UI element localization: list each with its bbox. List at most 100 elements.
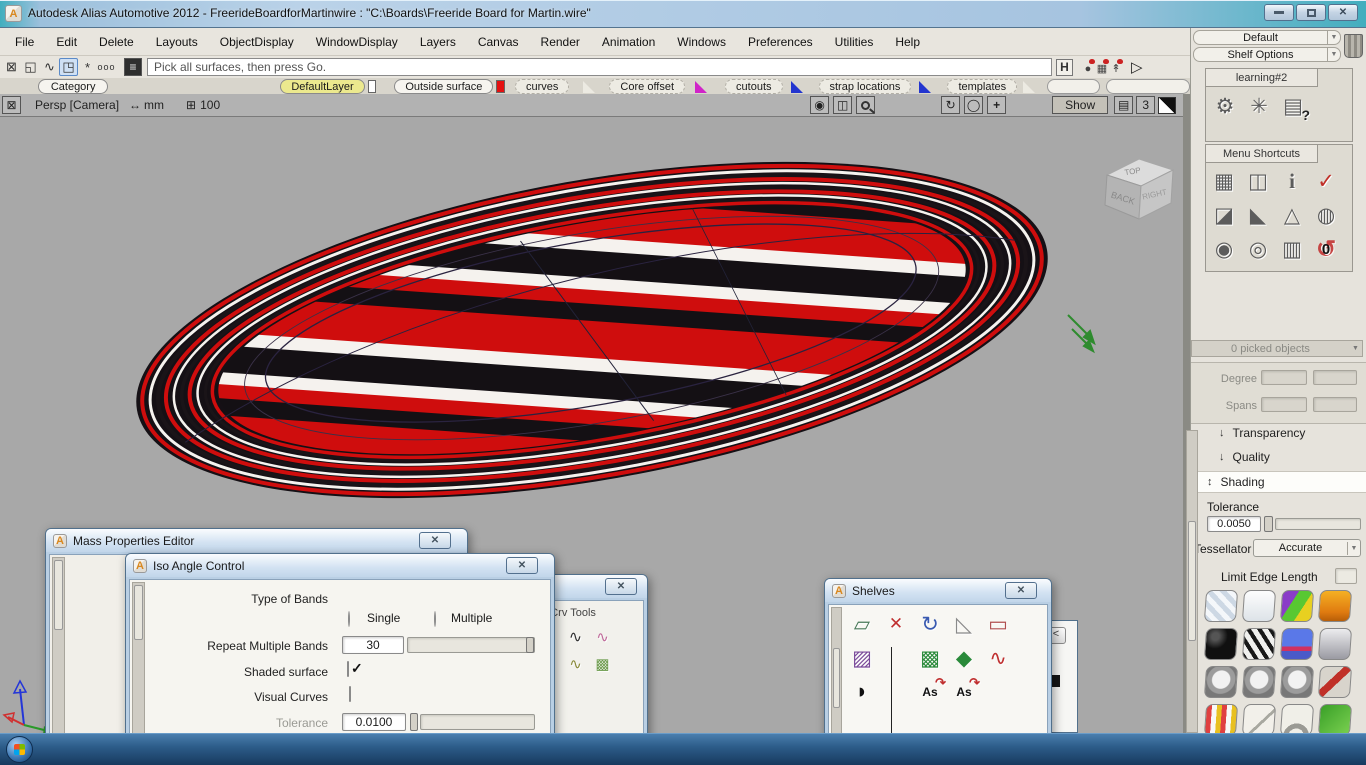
mass-properties-title-bar[interactable]: A Mass Properties Editor bbox=[46, 529, 467, 552]
repeat-bands-slider-track[interactable] bbox=[407, 637, 535, 653]
crv-hatch-icon[interactable]: ▩ bbox=[589, 650, 616, 677]
camera-lock-icon[interactable]: ◫ bbox=[833, 96, 852, 114]
camera-icon[interactable]: ◉ bbox=[810, 96, 829, 114]
trash-icon[interactable] bbox=[1344, 34, 1363, 58]
zero-transform-icon[interactable]: ↺0 bbox=[1309, 232, 1343, 266]
shader-hammer[interactable] bbox=[1318, 666, 1352, 698]
surface-plane-icon[interactable]: ▱ bbox=[845, 607, 879, 641]
promptline-list-icon[interactable]: ≡ bbox=[124, 58, 142, 76]
menu-objectdisplay[interactable]: ObjectDisplay bbox=[209, 31, 305, 53]
single-radio[interactable] bbox=[348, 611, 350, 627]
shader-blue-red[interactable] bbox=[1280, 628, 1314, 660]
shader-arch[interactable] bbox=[1280, 704, 1314, 736]
pan-icon[interactable]: + bbox=[987, 96, 1006, 114]
shader-button-2[interactable] bbox=[1242, 666, 1276, 698]
prompt-line[interactable]: Pick all surfaces, then press Go. bbox=[147, 58, 1052, 76]
menu-render[interactable]: Render bbox=[530, 31, 591, 53]
title-bar[interactable]: A Autodesk Alias Automotive 2012 - Freer… bbox=[0, 0, 1366, 28]
single-label[interactable]: Single bbox=[367, 611, 400, 625]
check-surface-icon[interactable]: ✓ bbox=[1309, 164, 1343, 198]
strap-locations-swatch[interactable] bbox=[919, 81, 931, 93]
tolerance-slider-thumb[interactable] bbox=[1264, 516, 1273, 532]
layer-outside-surface[interactable]: Outside surface bbox=[394, 79, 493, 94]
as-tool-1-icon[interactable]: As↷ bbox=[913, 675, 947, 709]
shader-checker[interactable] bbox=[1204, 590, 1238, 622]
start-button[interactable] bbox=[6, 736, 33, 763]
history-button[interactable]: H bbox=[1056, 59, 1073, 76]
outside-surface-swatch[interactable] bbox=[496, 80, 505, 93]
light-object-icon[interactable]: ◉ bbox=[1207, 232, 1241, 266]
shader-min-gauge[interactable] bbox=[1242, 704, 1276, 736]
layer-defaultlayer[interactable]: DefaultLayer bbox=[280, 79, 364, 94]
skin-surface-icon[interactable]: ◺ bbox=[947, 607, 981, 641]
layout-shortcut-icon[interactable]: ◫ bbox=[1241, 164, 1275, 198]
blend-edit-icon[interactable]: ∿ bbox=[562, 623, 589, 650]
shader-silver[interactable] bbox=[1318, 628, 1352, 660]
layer-empty-slot-2[interactable] bbox=[1106, 79, 1190, 94]
pick-surface-icon[interactable]: ◳ bbox=[59, 58, 78, 76]
tessellator-dropdown[interactable]: Accurate ▼ bbox=[1253, 539, 1361, 557]
snap-point-icon[interactable]: ● bbox=[1081, 59, 1095, 75]
shader-orange[interactable] bbox=[1318, 590, 1352, 622]
menu-file[interactable]: File bbox=[4, 31, 45, 53]
menu-windows[interactable]: Windows bbox=[666, 31, 737, 53]
toggle-shade-icon[interactable] bbox=[1158, 97, 1176, 114]
mass-properties-close-button[interactable]: ✕ bbox=[419, 532, 451, 549]
crv-fit-icon[interactable]: ∿ bbox=[562, 650, 589, 677]
menu-edit[interactable]: Edit bbox=[45, 31, 88, 53]
cone-shade-icon[interactable]: △ bbox=[1275, 198, 1309, 232]
delete-construction-icon[interactable]: ✕ bbox=[879, 607, 913, 641]
menu-canvas[interactable]: Canvas bbox=[467, 31, 530, 53]
spans-field-1[interactable] bbox=[1261, 397, 1307, 412]
shader-zebra[interactable] bbox=[1242, 628, 1276, 660]
menu-windowdisplay[interactable]: WindowDisplay bbox=[305, 31, 409, 53]
grid-spacing-value[interactable]: 100 bbox=[200, 98, 220, 112]
snap-curve-icon[interactable]: ↟ bbox=[1109, 59, 1123, 75]
shelf-default-dropdown[interactable]: Default ▼ bbox=[1193, 30, 1341, 45]
menu-help[interactable]: Help bbox=[884, 31, 931, 53]
pick-point-icon[interactable]: * bbox=[78, 58, 97, 76]
defaultlayer-checkbox[interactable] bbox=[368, 80, 377, 93]
primitives-tool-icon[interactable]: ⚙ bbox=[1208, 89, 1242, 123]
shader-marks[interactable] bbox=[1204, 704, 1238, 736]
iso-tolerance-field[interactable]: 0.0100 bbox=[342, 713, 406, 731]
menu-utilities[interactable]: Utilities bbox=[824, 31, 885, 53]
menu-animation[interactable]: Animation bbox=[591, 31, 666, 53]
zoom-icon[interactable] bbox=[856, 96, 875, 114]
layer-core-offset[interactable]: Core offset bbox=[609, 79, 685, 94]
view-cube[interactable]: TOP BACK RIGHT bbox=[1105, 159, 1173, 219]
degree-field-1[interactable] bbox=[1261, 370, 1307, 385]
menu-preferences[interactable]: Preferences bbox=[737, 31, 824, 53]
shelves-scrollbar-thumb[interactable] bbox=[833, 648, 840, 708]
degree-field-2[interactable] bbox=[1313, 370, 1357, 385]
shader-button-3[interactable] bbox=[1280, 666, 1314, 698]
shelves-close-button[interactable]: ✕ bbox=[1005, 582, 1037, 599]
revolve-icon[interactable]: ↻ bbox=[913, 607, 947, 641]
pick-nothing-icon[interactable]: ⊠ bbox=[2, 58, 21, 76]
blend-close-button[interactable]: ✕ bbox=[605, 578, 637, 595]
layer-curves[interactable]: curves bbox=[515, 79, 569, 94]
learning-shelf-tab[interactable]: learning#2 bbox=[1206, 69, 1318, 87]
iso-angle-scrollbar-thumb[interactable] bbox=[134, 585, 143, 640]
curves-swatch[interactable] bbox=[583, 81, 595, 93]
go-button[interactable]: ▷ bbox=[1131, 58, 1143, 76]
green-wrap-icon[interactable]: ▩ bbox=[913, 641, 947, 675]
panel-scrollbar[interactable] bbox=[1186, 430, 1198, 733]
viewport-units[interactable]: mm bbox=[144, 98, 164, 112]
tolerance-field[interactable]: 0.0050 bbox=[1207, 516, 1261, 532]
multiple-label[interactable]: Multiple bbox=[451, 611, 492, 625]
ruler-icon[interactable]: ▤ bbox=[1114, 96, 1133, 114]
layer-cutouts[interactable]: cutouts bbox=[725, 79, 782, 94]
tumble-icon[interactable]: ↻ bbox=[941, 96, 960, 114]
menu-shortcuts-tab[interactable]: Menu Shortcuts bbox=[1206, 145, 1318, 163]
shelf-options-dropdown[interactable]: Shelf Options ▼ bbox=[1193, 47, 1341, 62]
repeat-bands-field[interactable]: 30 bbox=[342, 636, 404, 654]
panel-scrollbar-thumb[interactable] bbox=[1188, 521, 1196, 641]
render-page-icon[interactable]: ▥ bbox=[1275, 232, 1309, 266]
curves-tool-icon[interactable]: ✳ bbox=[1242, 89, 1276, 123]
iso-angle-close-button[interactable]: ✕ bbox=[506, 557, 538, 574]
more-tools-icon[interactable]: ooo bbox=[97, 58, 116, 76]
black-yellow-part-icon[interactable]: ◗ bbox=[845, 675, 879, 709]
table-editor-icon[interactable]: ▦ bbox=[1207, 164, 1241, 198]
pick-curve-icon[interactable]: ∿ bbox=[40, 58, 59, 76]
